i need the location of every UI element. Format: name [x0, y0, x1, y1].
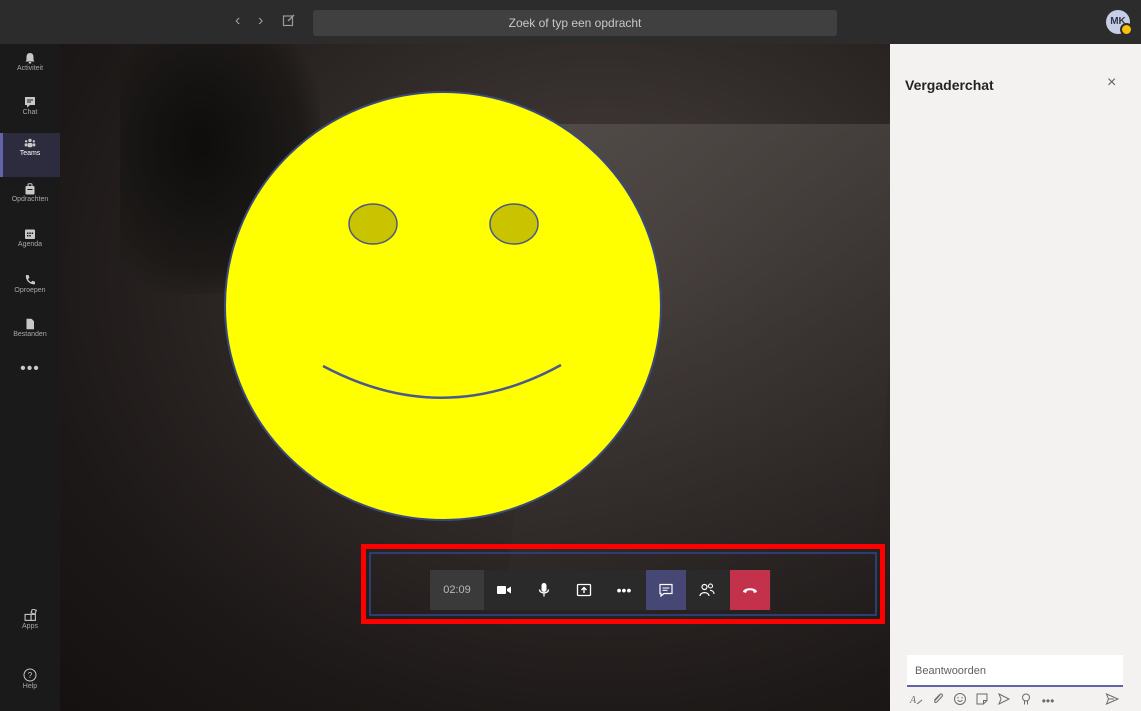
rail-item-chat[interactable]: Chat	[0, 92, 60, 136]
rail-item-files[interactable]: Bestanden	[0, 314, 60, 358]
camera-icon	[497, 586, 511, 594]
close-icon[interactable]: ×	[1107, 74, 1116, 92]
microphone-button[interactable]	[524, 570, 564, 610]
rail-label: Help	[22, 683, 38, 690]
rail-item-apps[interactable]: Apps	[0, 605, 60, 649]
apps-icon	[24, 609, 37, 621]
rail-item-activity[interactable]: Activiteit	[0, 48, 60, 92]
video-stage: 02:09 •••	[60, 44, 890, 711]
bell-icon	[25, 53, 35, 64]
send-later-icon[interactable]	[995, 692, 1013, 710]
rail-item-help[interactable]: ? Help	[0, 664, 60, 708]
rail-label: Chat	[22, 109, 38, 116]
attach-icon[interactable]	[929, 692, 947, 710]
chevron-left-icon[interactable]: ‹	[235, 12, 240, 30]
svg-text:A: A	[909, 695, 917, 706]
avatar[interactable]: MK	[1106, 10, 1133, 36]
share-screen-icon	[576, 583, 592, 597]
rail-item-calendar[interactable]: Agenda	[0, 224, 60, 268]
hang-up-button[interactable]	[730, 570, 770, 610]
sticker-icon[interactable]	[973, 692, 991, 710]
chat-toggle-icon	[659, 583, 673, 598]
praise-icon[interactable]	[1017, 692, 1035, 710]
search-input[interactable]: Zoek of typ een opdracht	[313, 10, 837, 36]
camera-button[interactable]	[484, 570, 524, 610]
participants-icon	[699, 583, 715, 597]
rail-item-calls[interactable]: Oproepen	[0, 270, 60, 314]
call-timer: 02:09	[430, 570, 484, 610]
chat-panel-title: Vergaderchat	[905, 77, 994, 93]
svg-text:?: ?	[28, 671, 33, 680]
rail-label: Activiteit	[16, 65, 44, 72]
calendar-icon	[25, 229, 35, 239]
more-icon: •••	[616, 582, 632, 598]
help-icon: ?	[23, 668, 37, 682]
more-actions-button[interactable]: •••	[604, 570, 644, 610]
reply-input[interactable]: Beantwoorden	[907, 655, 1123, 687]
compose-toolbar: A •••	[907, 692, 1123, 710]
call-controls-bar: 02:09 •••	[430, 570, 771, 610]
more-options-icon[interactable]: •••	[1039, 692, 1057, 710]
status-badge	[1120, 23, 1133, 36]
file-icon	[26, 318, 34, 330]
smiley-face-annotation	[224, 91, 662, 521]
hang-up-icon	[743, 588, 757, 593]
title-bar: ‹ › Zoek of typ een opdracht MK	[0, 0, 1141, 44]
compose-icon[interactable]	[282, 13, 296, 32]
rail-item-assignments[interactable]: Opdrachten	[0, 179, 60, 223]
chat-toggle-button[interactable]	[646, 570, 686, 610]
rail-label: Oproepen	[14, 287, 46, 294]
rail-label: Apps	[22, 623, 38, 630]
assignments-icon	[25, 183, 35, 195]
rail-label: Opdrachten	[11, 196, 49, 203]
send-icon[interactable]	[1103, 692, 1121, 710]
chevron-right-icon[interactable]: ›	[258, 12, 263, 30]
rail-label: Agenda	[17, 241, 43, 248]
more-apps-button[interactable]: •••	[0, 360, 60, 378]
participants-button[interactable]	[687, 570, 727, 610]
app-rail: Activiteit Chat Teams Opdrachten Agenda …	[0, 44, 60, 711]
phone-icon	[25, 275, 35, 285]
format-icon[interactable]: A	[907, 692, 925, 710]
emoji-icon[interactable]	[951, 692, 969, 710]
share-screen-button[interactable]	[564, 570, 604, 610]
teams-icon	[24, 138, 36, 148]
chat-icon	[25, 97, 35, 108]
rail-label: Bestanden	[13, 331, 47, 338]
meeting-chat-panel: Vergaderchat × Beantwoorden A •••	[890, 44, 1141, 711]
rail-label: Teams	[19, 150, 41, 157]
rail-item-teams[interactable]: Teams	[0, 133, 60, 177]
microphone-icon	[538, 583, 550, 597]
